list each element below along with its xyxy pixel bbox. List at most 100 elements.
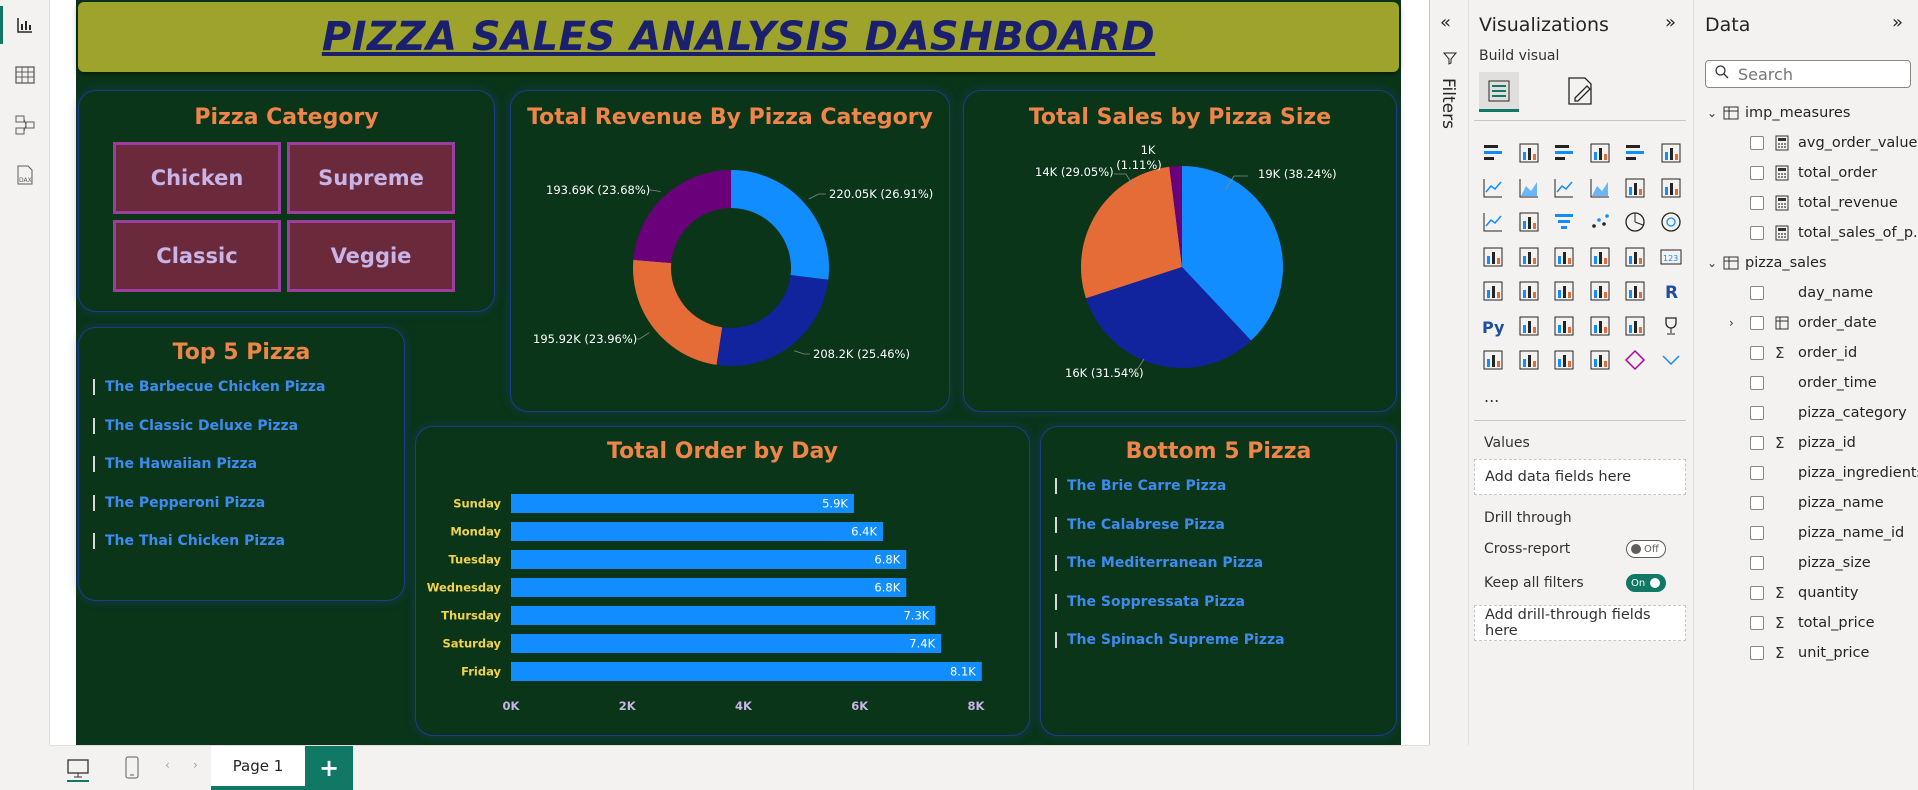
- report-view-icon[interactable]: [12, 12, 38, 38]
- visual-type-map-icon[interactable]: [1552, 245, 1576, 269]
- desktop-layout-icon[interactable]: [64, 754, 92, 782]
- field-checkbox[interactable]: [1750, 466, 1764, 480]
- visual-type-r-icon[interactable]: R: [1659, 279, 1683, 303]
- model-view-icon[interactable]: [12, 112, 38, 138]
- table-view-icon[interactable]: [12, 62, 38, 88]
- bar[interactable]: [511, 522, 883, 541]
- expand-filters-icon[interactable]: «: [1440, 12, 1451, 33]
- bar[interactable]: [511, 550, 907, 569]
- field-checkbox[interactable]: [1750, 376, 1764, 390]
- sales-by-size-card[interactable]: Total Sales by Pizza Size 19K (38.24%) 16…: [963, 90, 1397, 412]
- field-total-revenue[interactable]: total_revenue: [1695, 188, 1918, 218]
- visual-type-metric-icon[interactable]: [1517, 348, 1541, 372]
- chevron-right-icon[interactable]: ›: [1729, 316, 1734, 330]
- visual-type-list-icon[interactable]: [1481, 279, 1505, 303]
- dax-query-view-icon[interactable]: DAX: [12, 162, 38, 188]
- field-pizza-id[interactable]: Σpizza_id: [1695, 428, 1918, 458]
- top-5-pizza-card[interactable]: Top 5 Pizza The Barbecue Chicken Pizza T…: [78, 327, 405, 601]
- field-day-name[interactable]: day_name: [1695, 278, 1918, 308]
- visual-type-line-icon[interactable]: [1481, 210, 1505, 234]
- mobile-layout-icon[interactable]: [120, 754, 144, 782]
- visual-type-bars-h-icon[interactable]: [1481, 141, 1505, 165]
- search-box[interactable]: [1705, 60, 1911, 88]
- add-data-fields-dropzone[interactable]: Add data fields here: [1474, 459, 1686, 495]
- visual-type-slicer-icon[interactable]: [1552, 279, 1576, 303]
- bar[interactable]: [511, 634, 942, 653]
- donut-slice[interactable]: [716, 275, 829, 367]
- visual-type-bars-h-icon[interactable]: [1552, 141, 1576, 165]
- collapse-data-icon[interactable]: »: [1892, 12, 1903, 33]
- visual-type-bars-v-icon[interactable]: [1623, 176, 1647, 200]
- list-item[interactable]: The Thai Chicken Pizza: [93, 522, 325, 561]
- field-checkbox[interactable]: [1750, 166, 1764, 180]
- list-item[interactable]: The Brie Carre Pizza: [1055, 467, 1285, 506]
- field-checkbox[interactable]: [1750, 526, 1764, 540]
- donut-slice[interactable]: [731, 170, 829, 280]
- dashboard-title-banner[interactable]: PIZZA SALES ANALYSIS DASHBOARD: [78, 2, 1399, 72]
- visual-type-paginated-icon[interactable]: [1481, 348, 1505, 372]
- visual-type-power-icon[interactable]: [1552, 348, 1576, 372]
- list-item[interactable]: The Classic Deluxe Pizza: [93, 407, 325, 446]
- field-total-order[interactable]: total_order: [1695, 158, 1918, 188]
- visual-type-tree-icon[interactable]: [1481, 245, 1505, 269]
- format-visual-tab-icon[interactable]: [1565, 74, 1597, 112]
- bar[interactable]: [511, 578, 907, 597]
- field-checkbox[interactable]: [1750, 646, 1764, 660]
- visual-type-scatter-icon[interactable]: [1588, 210, 1612, 234]
- visual-type-funnel-icon[interactable]: [1552, 210, 1576, 234]
- visual-type-table-icon[interactable]: [1588, 279, 1612, 303]
- visual-type-bars-v-icon[interactable]: [1659, 141, 1683, 165]
- page-tab-page-1[interactable]: Page 1: [211, 746, 305, 790]
- add-page-button[interactable]: +: [305, 746, 353, 790]
- visual-type-narr-icon[interactable]: [1623, 314, 1647, 338]
- visual-type-globe-icon[interactable]: [1517, 245, 1541, 269]
- visual-type-diamond-icon[interactable]: [1623, 348, 1647, 372]
- field-total-sales-of-p-[interactable]: total_sales_of_p...: [1695, 218, 1918, 248]
- list-item[interactable]: The Spinach Supreme Pizza: [1055, 621, 1285, 660]
- field-unit-price[interactable]: Σunit_price: [1695, 638, 1918, 668]
- table-node-pizza_sales[interactable]: ⌄ pizza_sales: [1695, 248, 1918, 278]
- field-checkbox[interactable]: [1750, 196, 1764, 210]
- field-checkbox[interactable]: [1750, 616, 1764, 630]
- visual-type-bars-v-icon[interactable]: [1517, 210, 1541, 234]
- chevron-down-icon[interactable]: ⌄: [1707, 256, 1717, 270]
- field-checkbox[interactable]: [1750, 436, 1764, 450]
- visual-type-pie-icon[interactable]: [1623, 210, 1647, 234]
- list-item[interactable]: The Soppressata Pizza: [1055, 583, 1285, 622]
- category-tile-supreme[interactable]: Supreme: [287, 142, 455, 214]
- field-pizza-name-id[interactable]: pizza_name_id: [1695, 518, 1918, 548]
- donut-slice[interactable]: [633, 259, 723, 365]
- visual-type-bars-v-icon[interactable]: [1588, 141, 1612, 165]
- list-item[interactable]: The Hawaiian Pizza: [93, 445, 325, 484]
- field-order-date[interactable]: › order_date: [1695, 308, 1918, 338]
- visual-type-line-icon[interactable]: [1552, 176, 1576, 200]
- prev-page-icon[interactable]: ‹: [165, 758, 170, 772]
- visual-type-card-icon[interactable]: 123: [1659, 245, 1683, 269]
- list-item[interactable]: The Barbecue Chicken Pizza: [93, 368, 325, 407]
- visual-type-bars-h-icon[interactable]: [1623, 141, 1647, 165]
- cross-report-toggle[interactable]: Off: [1626, 540, 1666, 558]
- visual-type-py-icon[interactable]: Py: [1481, 314, 1505, 338]
- field-pizza-category[interactable]: pizza_category: [1695, 398, 1918, 428]
- field-checkbox[interactable]: [1750, 346, 1764, 360]
- search-input[interactable]: [1738, 64, 1898, 84]
- build-visual-tab-icon[interactable]: [1479, 72, 1519, 112]
- field-checkbox[interactable]: [1750, 316, 1764, 330]
- field-pizza-ingredients[interactable]: pizza_ingredients: [1695, 458, 1918, 488]
- add-drill-through-dropzone[interactable]: Add drill-through fields here: [1474, 605, 1686, 641]
- bar[interactable]: [511, 662, 982, 681]
- category-tile-veggie[interactable]: Veggie: [287, 220, 455, 292]
- visual-type-chev-icon[interactable]: [1659, 348, 1683, 372]
- bar[interactable]: [511, 606, 936, 625]
- category-tile-chicken[interactable]: Chicken: [113, 142, 281, 214]
- table-node-imp_measures[interactable]: ⌄ imp_measures: [1695, 98, 1918, 128]
- category-tile-classic[interactable]: Classic: [113, 220, 281, 292]
- field-pizza-name[interactable]: pizza_name: [1695, 488, 1918, 518]
- visual-type-matrix-icon[interactable]: [1623, 279, 1647, 303]
- visual-type-kpi-icon[interactable]: [1517, 279, 1541, 303]
- field-total-price[interactable]: Σtotal_price: [1695, 608, 1918, 638]
- revenue-by-category-card[interactable]: Total Revenue By Pizza Category 220.05K …: [510, 90, 950, 412]
- field-checkbox[interactable]: [1750, 286, 1764, 300]
- field-order-time[interactable]: order_time: [1695, 368, 1918, 398]
- visual-type-area-icon[interactable]: [1588, 176, 1612, 200]
